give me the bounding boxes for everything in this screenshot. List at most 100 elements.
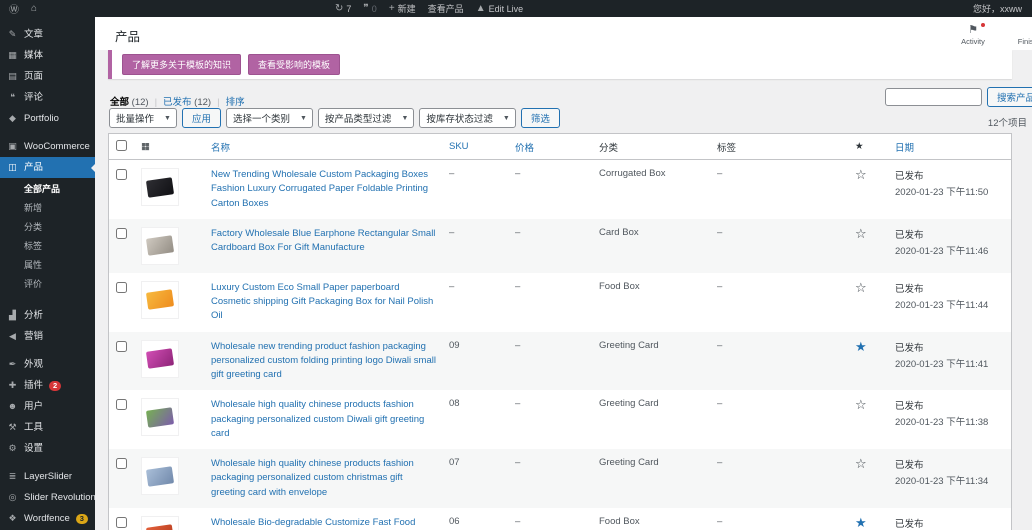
sidebar-item-插件[interactable]: ✚插件2 [0, 375, 95, 396]
product-category[interactable]: Greeting Card [593, 390, 711, 449]
submenu-item-评价[interactable]: 评价 [0, 274, 95, 293]
product-name-link[interactable]: Wholesale Bio-degradable Customize Fast … [211, 517, 429, 530]
product-category[interactable]: Food Box [593, 508, 711, 530]
view-link-已发布[interactable]: 已发布 (12) [149, 94, 212, 108]
view-count: (12) [129, 97, 149, 108]
column-price[interactable]: 价格 [509, 134, 593, 160]
wordpress-logo-icon[interactable]: Ⓦ [9, 1, 19, 16]
edit-live-link[interactable]: ▲ Edit Live [476, 3, 523, 14]
featured-star-toggle[interactable]: ★ [855, 515, 867, 530]
product-name-link[interactable]: Factory Wholesale Blue Earphone Rectangu… [211, 228, 435, 253]
product-name-link[interactable]: Luxury Custom Eco Small Paper paperboard… [211, 282, 433, 322]
product-category[interactable]: Corrugated Box [593, 160, 711, 219]
publish-date: 2020-01-23 下午11:44 [895, 297, 1005, 311]
finish-setup-button[interactable]: ◔ Finish setup [1003, 24, 1032, 46]
comments-indicator[interactable]: ❞ 0 [363, 3, 376, 14]
product-type-filter-select[interactable]: 按产品类型过滤 ▼ [318, 108, 414, 128]
product-category[interactable]: Greeting Card [593, 449, 711, 508]
featured-star-toggle[interactable]: ☆ [855, 167, 867, 182]
product-sku: 08 [443, 390, 509, 449]
submenu-item-属性[interactable]: 属性 [0, 255, 95, 274]
featured-star-toggle[interactable]: ☆ [855, 456, 867, 471]
view-link-全部[interactable]: 全部 (12) [110, 94, 149, 108]
product-name-link[interactable]: Wholesale new trending product fashion p… [211, 341, 436, 381]
apply-button[interactable]: 应用 [182, 108, 221, 128]
sidebar-item-分析[interactable]: ▟分析 [0, 305, 95, 326]
product-tags: – [711, 219, 849, 273]
product-category[interactable]: Greeting Card [593, 332, 711, 391]
sidebar-item-Portfolio[interactable]: ◆Portfolio [0, 108, 95, 129]
product-name-link[interactable]: Wholesale high quality chinese products … [211, 458, 414, 498]
submenu-item-新增[interactable]: 新增 [0, 198, 95, 217]
product-name-link[interactable]: Wholesale high quality chinese products … [211, 399, 424, 439]
product-category[interactable]: Card Box [593, 219, 711, 273]
row-checkbox[interactable] [116, 228, 127, 239]
sidebar-item-Slider Revolution[interactable]: ◎Slider Revolution [0, 487, 95, 508]
home-icon[interactable]: ⌂ [31, 3, 37, 14]
sidebar-item-媒体[interactable]: ▦媒体 [0, 45, 95, 66]
submenu-item-全部产品[interactable]: 全部产品 [0, 179, 95, 198]
column-sku[interactable]: SKU [443, 134, 509, 160]
settings-icon: ⚙ [7, 443, 18, 454]
sidebar-item-用户[interactable]: ☻用户 [0, 396, 95, 417]
products-icon: ◫ [7, 162, 18, 173]
sidebar-item-工具[interactable]: ⚒工具 [0, 417, 95, 438]
product-thumbnail[interactable] [141, 457, 179, 495]
sidebar-item-文章[interactable]: ✎文章 [0, 24, 95, 45]
featured-star-toggle[interactable]: ★ [855, 339, 867, 354]
row-checkbox[interactable] [116, 458, 127, 469]
view-link-排序[interactable]: 排序 [211, 94, 244, 108]
category-filter-select[interactable]: 选择一个类别 ▼ [226, 108, 313, 128]
sidebar-item-WooCommerce[interactable]: ▣WooCommerce [0, 136, 95, 157]
column-name[interactable]: 名称 [205, 134, 443, 160]
updates-indicator[interactable]: ↻ 7 [335, 3, 351, 14]
submenu-item-分类[interactable]: 分类 [0, 217, 95, 236]
new-content-menu[interactable]: + 新建 [389, 2, 416, 15]
featured-star-toggle[interactable]: ☆ [855, 226, 867, 241]
activity-panel-button[interactable]: ⚑ Activity [947, 24, 999, 46]
row-checkbox[interactable] [116, 341, 127, 352]
sidebar-item-评论[interactable]: ❝评论 [0, 87, 95, 108]
edit-live-icon: ▲ [476, 3, 486, 14]
product-sku: – [443, 160, 509, 219]
view-affected-templates-button[interactable]: 查看受影响的模板 [248, 54, 340, 75]
product-name-link[interactable]: New Trending Wholesale Custom Packaging … [211, 169, 428, 209]
chevron-down-icon: ▼ [503, 115, 510, 122]
view-product-link[interactable]: 查看产品 [428, 2, 464, 15]
search-input[interactable] [885, 88, 982, 106]
row-checkbox[interactable] [116, 399, 127, 410]
product-thumbnail[interactable] [141, 281, 179, 319]
product-category[interactable]: Food Box [593, 273, 711, 332]
select-all-checkbox[interactable] [116, 140, 127, 151]
sidebar-item-Wordfence[interactable]: ❖Wordfence3 [0, 508, 95, 529]
search-products-button[interactable]: 搜索产品 [987, 87, 1032, 107]
row-checkbox[interactable] [116, 282, 127, 293]
product-tags: – [711, 508, 849, 530]
sidebar-item-产品[interactable]: ◫产品 [0, 157, 95, 178]
bulk-actions-select[interactable]: 批量操作 ▼ [109, 108, 177, 128]
filter-button[interactable]: 筛选 [521, 108, 560, 128]
sidebar-item-页面[interactable]: ▤页面 [0, 66, 95, 87]
sidebar-item-label: 评论 [24, 92, 43, 103]
product-thumbnail[interactable] [141, 227, 179, 265]
product-thumbnail[interactable] [141, 398, 179, 436]
sidebar-item-LayerSlider[interactable]: ≣LayerSlider [0, 466, 95, 487]
submenu-item-标签[interactable]: 标签 [0, 236, 95, 255]
page-header-strip [95, 17, 1032, 50]
product-thumbnail[interactable] [141, 340, 179, 378]
product-image [146, 177, 174, 197]
product-tags: – [711, 273, 849, 332]
row-checkbox[interactable] [116, 517, 127, 528]
product-thumbnail[interactable] [141, 516, 179, 530]
column-date[interactable]: 日期 [889, 134, 1011, 160]
row-checkbox[interactable] [116, 169, 127, 180]
learn-templates-button[interactable]: 了解更多关于模板的知识 [122, 54, 241, 75]
sidebar-item-营销[interactable]: ◀营销 [0, 326, 95, 347]
user-greeting[interactable]: 您好，xxww [973, 2, 1032, 15]
featured-star-toggle[interactable]: ☆ [855, 280, 867, 295]
featured-star-toggle[interactable]: ☆ [855, 397, 867, 412]
stock-status-filter-select[interactable]: 按库存状态过滤 ▼ [419, 108, 515, 128]
product-thumbnail[interactable] [141, 168, 179, 206]
sidebar-item-设置[interactable]: ⚙设置 [0, 438, 95, 459]
sidebar-item-外观[interactable]: ✒外观 [0, 354, 95, 375]
